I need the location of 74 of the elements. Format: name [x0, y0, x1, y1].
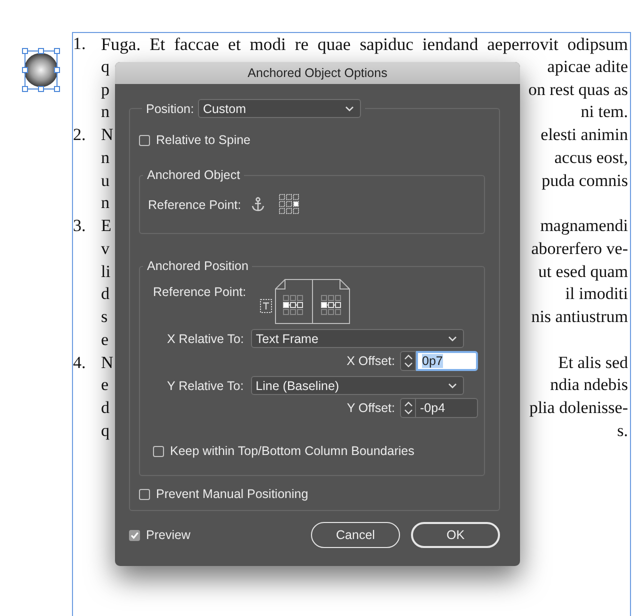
body-text-fragment: il imoditi [565, 283, 628, 306]
field-label: X Relative To: [167, 332, 244, 346]
dialog-button[interactable]: Cancel [311, 522, 400, 548]
chevron-down-icon [448, 336, 457, 342]
checkbox[interactable] [153, 446, 164, 456]
up-down-arrows-icon [404, 400, 412, 416]
stepper-button[interactable] [400, 351, 416, 371]
body-text-fragment: s. [617, 420, 628, 442]
body-text-fragment: u [101, 170, 110, 192]
group-title: Anchored Position [146, 259, 250, 273]
body-text-fragment: q [101, 56, 110, 78]
checkbox[interactable] [139, 488, 150, 500]
body-text-fragment: apicae adite [547, 56, 628, 78]
body-text-fragment: ni tem. [580, 101, 628, 124]
checkbox-label: Preview [146, 528, 190, 542]
list-number: 4. [73, 352, 87, 374]
field-label: Position: [146, 102, 194, 116]
offset-field[interactable]: -0p4 [416, 398, 478, 418]
body-text-fragment: magnamendi [540, 215, 628, 237]
anchor-icon [251, 197, 266, 212]
checkbox[interactable] [139, 134, 150, 146]
body-text-fragment: N [101, 352, 114, 374]
field-label: Reference Point: [153, 285, 246, 299]
body-text-fragment: v [101, 238, 110, 260]
dropdown[interactable]: Line (Baseline) [250, 376, 464, 395]
body-text-fragment: n [101, 101, 110, 124]
body-text-fragment: e [101, 328, 109, 351]
checkbox[interactable] [129, 530, 140, 540]
dialog-button[interactable]: OK [411, 522, 500, 548]
list-number: 1. [73, 33, 87, 55]
dropdown[interactable]: Text Frame [250, 329, 464, 348]
body-text-fragment: elesti animin [540, 124, 628, 146]
list-number: 2. [73, 124, 87, 146]
body-text-fragment: ndia ndebis [550, 374, 628, 396]
checkbox-label: Keep within Top/Bottom Column Boundaries [170, 444, 414, 458]
dialog-title: Anchored Object Options [115, 62, 520, 84]
checkbox-label: Relative to Spine [156, 133, 251, 147]
group-title: Anchored Object [146, 168, 242, 182]
body-text-fragment: n [101, 192, 110, 214]
reference-point-icon[interactable] [279, 194, 302, 215]
body-text-fragment: li [101, 260, 110, 282]
body-text-fragment: N [101, 124, 114, 146]
body-text-fragment: s [101, 306, 108, 328]
field-label: Reference Point: [148, 198, 242, 212]
offset-field[interactable]: 0p7 [416, 351, 478, 371]
body-text-fragment: accus eost, [554, 146, 628, 169]
chevron-down-icon [448, 382, 457, 388]
chevron-down-icon [344, 106, 354, 112]
body-text-fragment: n [101, 146, 110, 169]
stepper-button[interactable] [400, 398, 416, 418]
body-text-fragment: Et alis sed [558, 352, 628, 374]
body-text-fragment: nis antiustrum [531, 306, 628, 328]
field-label: Y Relative To: [167, 378, 244, 392]
body-text-fragment: d [101, 397, 110, 419]
body-text-fragment: d [101, 283, 110, 306]
checkbox-label: Prevent Manual Positioning [156, 487, 308, 501]
body-text-fragment: E [101, 215, 112, 237]
body-text-line: Fuga. Et faccae et modi re quae sapiduc iendand aeperrovit odipsum [101, 33, 629, 56]
up-down-arrows-icon [404, 353, 412, 369]
text-frame-icon[interactable] [260, 299, 272, 313]
body-text-fragment: p [101, 78, 110, 101]
body-text-fragment: puda comnis [542, 170, 628, 192]
field-label: X Offset: [346, 354, 395, 368]
body-text-fragment: on rest quas as [528, 78, 628, 101]
body-text-fragment: plia dolenisse- [529, 397, 628, 419]
body-text-fragment: aborerfero ve- [531, 238, 628, 260]
body-text-fragment: q [101, 420, 110, 442]
dropdown[interactable]: Custom [198, 99, 361, 118]
selected-sphere-drawing [22, 48, 60, 92]
page-spread-drawing[interactable] [275, 279, 350, 324]
body-text-fragment: e [101, 374, 109, 396]
field-label: Y Offset: [346, 401, 395, 415]
body-text-fragment: ut esed quam [538, 260, 628, 283]
list-number: 3. [73, 215, 87, 237]
